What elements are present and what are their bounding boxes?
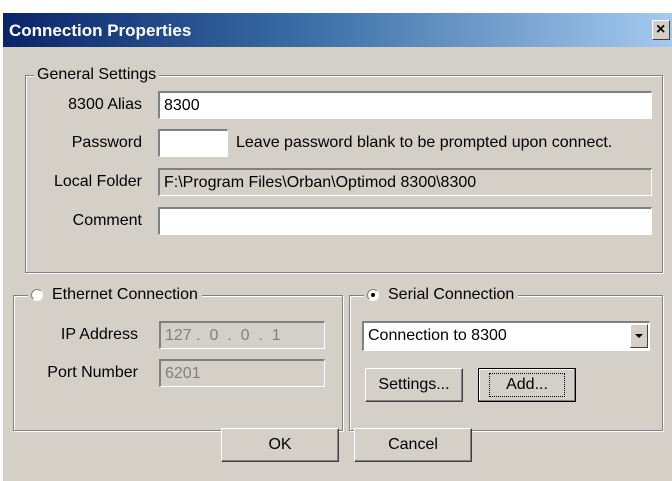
settings-button[interactable]: Settings... <box>365 368 463 402</box>
password-hint: Leave password blank to be prompted upon… <box>236 134 613 151</box>
serial-connection-label: Serial Connection <box>388 286 515 303</box>
comment-label: Comment <box>72 212 142 229</box>
password-input[interactable] <box>158 129 228 157</box>
local-folder-label: Local Folder <box>53 173 142 190</box>
window-title: Connection Properties <box>9 21 192 40</box>
cancel-button[interactable]: Cancel <box>354 428 472 462</box>
port-number-field <box>159 359 325 387</box>
serial-connection-selected: Connection to 8300 <box>368 327 507 344</box>
connection-properties-dialog: Connection Properties × General Settings… <box>2 12 672 481</box>
password-label: Password <box>71 134 142 151</box>
close-button[interactable]: × <box>652 20 670 40</box>
ip-address-label: IP Address <box>60 326 138 343</box>
port-number-label: Port Number <box>47 364 138 381</box>
comment-input[interactable] <box>158 207 652 235</box>
ip-address-field <box>159 321 325 349</box>
add-button-label: Add... <box>489 373 565 397</box>
add-button[interactable]: Add... <box>478 368 576 402</box>
alias-input[interactable] <box>158 91 652 119</box>
serial-connection-dropdown[interactable]: Connection to 8300 <box>362 321 650 351</box>
general-settings-legend: General Settings <box>34 65 160 85</box>
chevron-down-icon[interactable] <box>630 324 648 348</box>
title-bar[interactable]: Connection Properties × <box>3 13 672 47</box>
close-icon: × <box>656 21 666 38</box>
ethernet-radio-option[interactable]: Ethernet Connection <box>28 285 202 305</box>
serial-radio[interactable] <box>367 289 379 301</box>
ethernet-connection-label: Ethernet Connection <box>52 286 198 303</box>
general-settings-group: General Settings 8300 Alias Password Lea… <box>25 65 663 273</box>
ethernet-radio[interactable] <box>31 289 43 301</box>
alias-label: 8300 Alias <box>68 96 142 113</box>
local-folder-field <box>158 168 652 196</box>
ethernet-connection-group: Ethernet Connection IP Address Port Numb… <box>13 285 343 431</box>
ok-button[interactable]: OK <box>221 428 339 462</box>
serial-radio-option[interactable]: Serial Connection <box>364 285 519 305</box>
serial-connection-group: Serial Connection Connection to 8300 Set… <box>349 285 663 431</box>
